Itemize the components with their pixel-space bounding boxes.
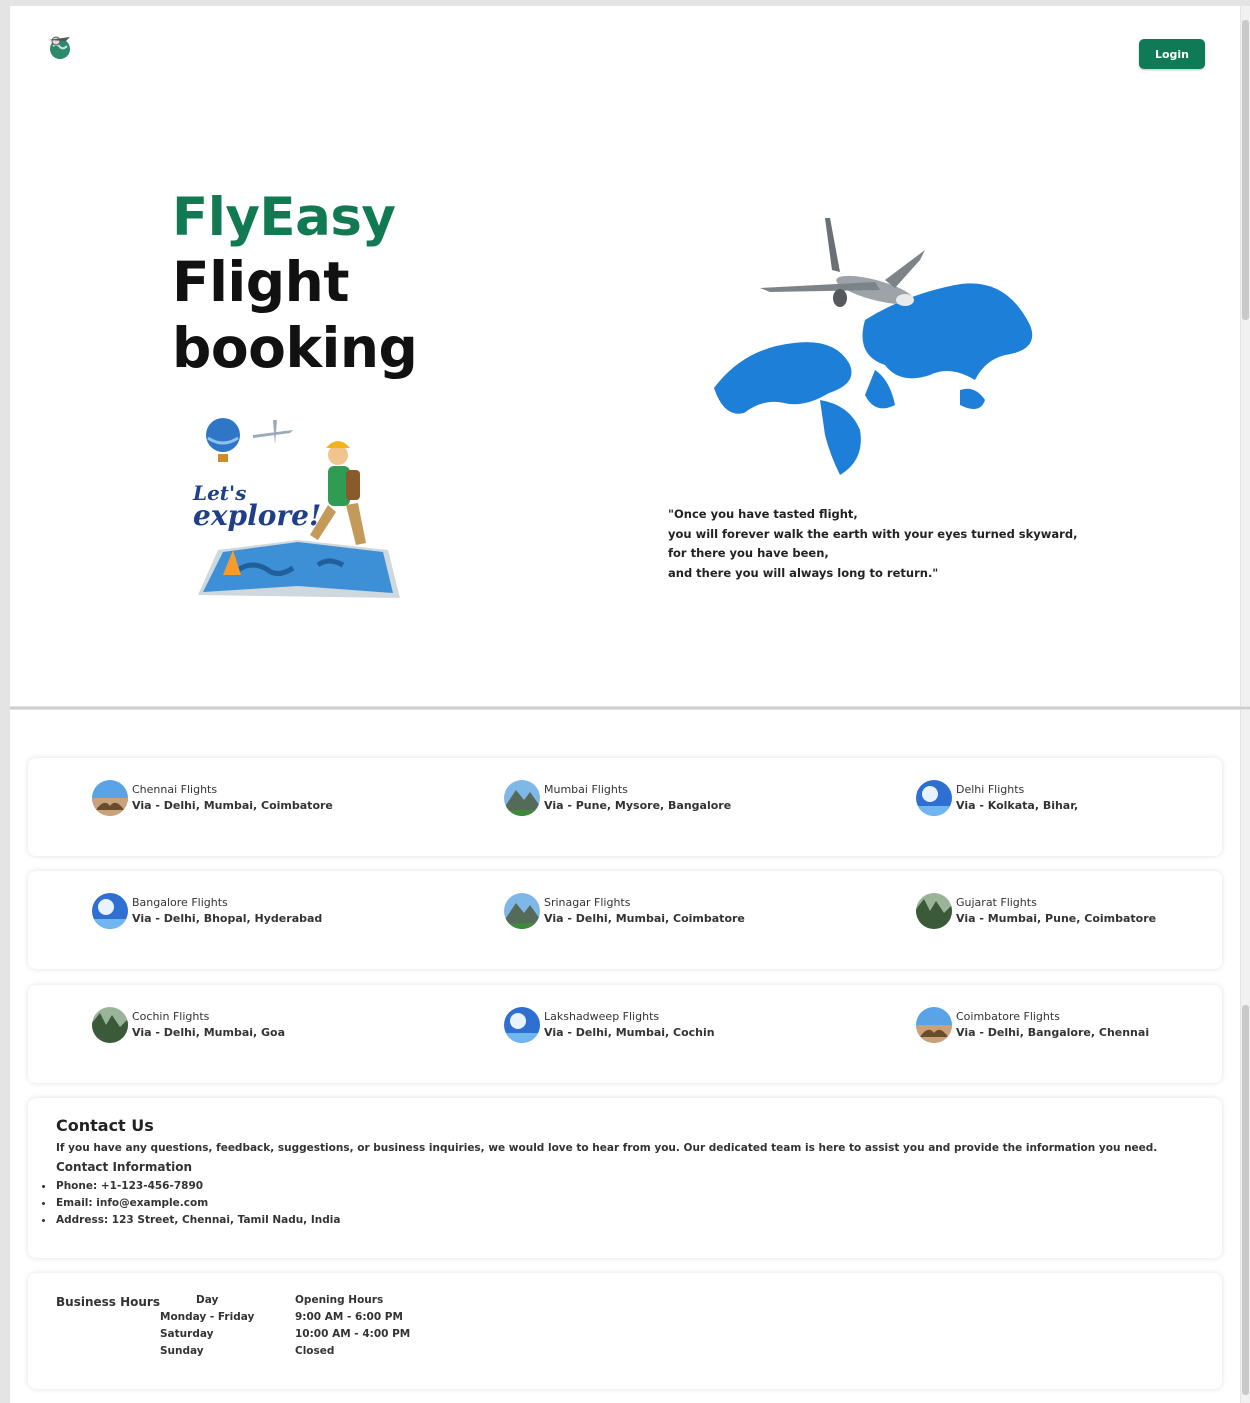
contact-phone[interactable]: Phone: +1-123-456-7890 [41, 1178, 340, 1195]
scrollbar-thumb[interactable] [1242, 1005, 1249, 1395]
route-image [916, 1007, 952, 1043]
route-via: Via - Delhi, Mumbai, Goa [132, 1026, 286, 1039]
route-via: Via - Delhi, Mumbai, Cochin [544, 1026, 715, 1039]
contact-card: Contact Us If you have any questions, fe… [28, 1098, 1222, 1258]
route-text: Lakshadweep Flights Via - Delhi, Mumbai, … [544, 1009, 715, 1041]
route-text: Chennai Flights Via - Delhi, Mumbai, Coim… [132, 782, 333, 814]
route-image [504, 1007, 540, 1043]
contact-heading: Contact Us [56, 1116, 154, 1135]
route-item[interactable]: Coimbatore Flights Via - Delhi, Bangalore… [916, 1007, 1149, 1043]
route-text: Cochin Flights Via - Delhi, Mumbai, Goa [132, 1009, 285, 1041]
route-item[interactable]: Gujarat Flights Via - Mumbai, Pune, Coimb… [916, 893, 1156, 929]
route-via: Via - Pune, Mysore, Bangalore [544, 799, 732, 812]
contact-info-list: Phone: +1-123-456-7890 Email: info@examp… [41, 1178, 340, 1229]
hours-col-hours: Opening Hours [295, 1293, 384, 1306]
route-item[interactable]: Bangalore Flights Via - Delhi, Bhopal, Hy… [92, 893, 322, 929]
route-item[interactable]: Delhi Flights Via - Kolkata, Bihar, [916, 780, 1078, 816]
route-title: Srinagar Flights [544, 896, 631, 909]
route-text: Coimbatore Flights Via - Delhi, Bangalore… [956, 1009, 1149, 1041]
route-image [92, 893, 128, 929]
route-item[interactable]: Mumbai Flights Via - Pune, Mysore, Bangal… [504, 780, 731, 816]
hours-header-row: Day Opening Hours [158, 1291, 412, 1308]
hours-day: Sunday [160, 1344, 204, 1357]
route-text: Mumbai Flights Via - Pune, Mysore, Bangal… [544, 782, 731, 814]
explore-word-text: explore! [193, 499, 321, 532]
quote-line: for there you have been, [668, 546, 829, 560]
route-image [92, 780, 128, 816]
route-title: Cochin Flights [132, 1010, 210, 1023]
business-hours-title: Business Hours [56, 1295, 160, 1309]
route-text: Srinagar Flights Via - Delhi, Mumbai, Coi… [544, 895, 745, 927]
hours-time: 9:00 AM - 6:00 PM [295, 1310, 403, 1323]
contact-email[interactable]: Email: info@example.com [41, 1195, 340, 1212]
aviation-quote: "Once you have tasted flight, you will f… [668, 505, 1077, 583]
route-image [504, 780, 540, 816]
hours-row: Sunday Closed [158, 1342, 412, 1359]
scrollbar-bottom[interactable] [1241, 710, 1250, 1403]
hours-time: 10:00 AM - 4:00 PM [295, 1327, 411, 1340]
contact-address: Address: 123 Street, Chennai, Tamil Nadu… [41, 1212, 340, 1229]
route-title: Delhi Flights [956, 783, 1025, 796]
route-title: Gujarat Flights [956, 896, 1037, 909]
route-title: Lakshadweep Flights [544, 1010, 660, 1023]
route-via: Via - Delhi, Bangalore, Chennai [956, 1026, 1150, 1039]
hours-col-day: Day [196, 1293, 219, 1306]
route-title: Bangalore Flights [132, 896, 228, 909]
route-image [916, 893, 952, 929]
route-text: Delhi Flights Via - Kolkata, Bihar, [956, 782, 1078, 814]
hours-day: Monday - Friday [160, 1310, 255, 1323]
route-item[interactable]: Chennai Flights Via - Delhi, Mumbai, Coim… [92, 780, 333, 816]
contact-intro: If you have any questions, feedback, sug… [56, 1142, 1158, 1154]
business-hours-table: Day Opening Hours Monday - Friday 9:00 A… [158, 1291, 412, 1359]
route-via: Via - Delhi, Bhopal, Hyderabad [132, 912, 323, 925]
world-map-airplane-image [714, 218, 1033, 475]
route-image [504, 893, 540, 929]
airplane-globe-icon[interactable] [44, 32, 74, 62]
route-text: Bangalore Flights Via - Delhi, Bhopal, Hy… [132, 895, 322, 927]
quote-line: and there you will always long to return… [668, 565, 939, 580]
brand-name: FlyEasy [172, 187, 396, 248]
quote-line: "Once you have tasted flight, [668, 507, 858, 521]
hero-title-line-1: Flight [172, 250, 350, 314]
route-image [92, 1007, 128, 1043]
route-text: Gujarat Flights Via - Mumbai, Pune, Coimb… [956, 895, 1156, 927]
route-via: Via - Delhi, Mumbai, Coimbatore [544, 912, 745, 925]
route-via: Via - Delhi, Mumbai, Coimbatore [132, 799, 333, 812]
route-title: Coimbatore Flights [956, 1010, 1060, 1023]
hours-day: Saturday [160, 1327, 214, 1340]
route-via: Via - Mumbai, Pune, Coimbatore [956, 912, 1157, 925]
route-item[interactable]: Srinagar Flights Via - Delhi, Mumbai, Coi… [504, 893, 745, 929]
hours-row: Monday - Friday 9:00 AM - 6:00 PM [158, 1308, 412, 1325]
contact-info-heading: Contact Information [56, 1160, 193, 1174]
route-item[interactable]: Cochin Flights Via - Delhi, Mumbai, Goa [92, 1007, 285, 1043]
scrollbar-top[interactable] [1241, 6, 1250, 706]
hours-row: Saturday 10:00 AM - 4:00 PM [158, 1325, 412, 1342]
hero-title-line-2: booking [172, 316, 418, 380]
hours-time: Closed [295, 1344, 335, 1357]
route-item[interactable]: Lakshadweep Flights Via - Delhi, Mumbai, … [504, 1007, 715, 1043]
explore-illustration: Let's explore! [192, 418, 400, 598]
route-via: Via - Kolkata, Bihar, [956, 799, 1079, 812]
route-title: Chennai Flights [132, 783, 218, 796]
section-divider [10, 707, 1250, 709]
login-button[interactable]: Login [1139, 39, 1205, 69]
route-image [916, 780, 952, 816]
business-hours-card: Business Hours Day Opening Hours Monday … [28, 1273, 1222, 1389]
scrollbar-thumb[interactable] [1242, 20, 1249, 320]
quote-line: you will forever walk the earth with you… [668, 526, 1078, 541]
route-title: Mumbai Flights [544, 783, 628, 796]
